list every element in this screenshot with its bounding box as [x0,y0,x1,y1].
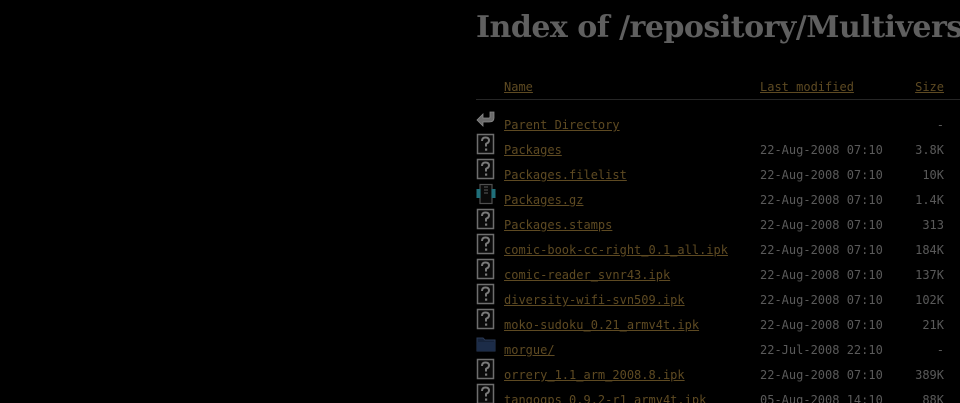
file-row: Packages 22-Aug-2008 07:10 3.8K [476,133,960,158]
last-modified-text: 22-Aug-2008 07:10 [760,243,883,257]
last-modified-text: 05-Aug-2008 14:10 [760,393,883,403]
sort-by-size-link[interactable]: Size [915,80,944,94]
file-link[interactable]: orrery_1.1_arm_2008.8.ipk [504,368,685,382]
file-row: moko-sudoku_0.21_armv4t.ipk 22-Aug-2008 0… [476,308,960,333]
file-size-text: 88K [922,393,944,403]
file-size-text: 102K [915,293,944,307]
last-modified-text: 22-Aug-2008 07:10 [760,318,883,332]
file-size-text: 313 [922,218,944,232]
unknown-file-icon [476,308,496,330]
file-row: morgue/22-Jul-2008 22:10 - [476,333,960,358]
file-list: Parent Directory - Packages 22-Aug-2008 07:… [476,108,960,403]
last-modified-text: 22-Aug-2008 07:10 [760,368,883,382]
file-row: comic-book-cc-right_0.1_all.ipk 22-Aug-20… [476,233,960,258]
file-row: diversity-wifi-svn509.ipk 22-Aug-2008 07:… [476,283,960,308]
file-link[interactable]: morgue/ [504,343,555,357]
file-size-text: 3.8K [915,143,944,157]
last-modified-text: 22-Aug-2008 07:10 [760,218,883,232]
file-row: orrery_1.1_arm_2008.8.ipk 22-Aug-2008 07:… [476,358,960,383]
header-divider [476,99,960,100]
folder-icon [476,333,496,355]
file-link[interactable]: Packages [504,143,562,157]
file-row: Packages.filelist 22-Aug-2008 07:10 10K [476,158,960,183]
file-link[interactable]: comic-reader_svnr43.ipk [504,268,670,282]
unknown-file-icon [476,208,496,230]
file-row: comic-reader_svnr43.ipk 22-Aug-2008 07:10… [476,258,960,283]
last-modified-text: 22-Aug-2008 07:10 [760,143,883,157]
unknown-file-icon [476,383,496,403]
compressed-file-icon [476,183,496,205]
file-row: tangogps_0.9.2-r1_armv4t.ipk 05-Aug-2008 … [476,383,960,403]
file-link[interactable]: Packages.stamps [504,218,612,232]
back-icon [476,108,496,130]
file-link[interactable]: Packages.filelist [504,168,627,182]
unknown-file-icon [476,358,496,380]
file-link[interactable]: Packages.gz [504,193,583,207]
page-title: Index of /repository/Multiverse [476,10,960,45]
unknown-file-icon [476,133,496,155]
unknown-file-icon [476,258,496,280]
browser-page: Index of /repository/Multiverse Name Las… [0,0,960,403]
unknown-file-icon [476,158,496,180]
file-row: Packages.stamps 22-Aug-2008 07:10 313 [476,208,960,233]
file-link[interactable]: diversity-wifi-svn509.ipk [504,293,685,307]
last-modified-text: 22-Jul-2008 22:10 [760,343,883,357]
file-size-text: 137K [915,268,944,282]
file-size-text: - [936,118,944,132]
last-modified-text: 22-Aug-2008 07:10 [760,268,883,282]
file-link[interactable]: comic-book-cc-right_0.1_all.ipk [504,243,728,257]
file-size-text: 10K [922,168,944,182]
column-headers: Name Last modified Size [476,80,960,94]
file-link[interactable]: moko-sudoku_0.21_armv4t.ipk [504,318,699,332]
sort-by-last-modified-link[interactable]: Last modified [760,80,854,94]
file-row: Parent Directory - [476,108,960,133]
parent-directory-link[interactable]: Parent Directory [504,118,620,132]
file-size-text: 184K [915,243,944,257]
file-size-text: 389K [915,368,944,382]
file-size-text: 1.4K [915,193,944,207]
sort-by-name-link[interactable]: Name [504,80,533,94]
file-row: Packages.gz 22-Aug-2008 07:10 1.4K [476,183,960,208]
unknown-file-icon [476,233,496,255]
last-modified-text: 22-Aug-2008 07:10 [760,193,883,207]
last-modified-text: 22-Aug-2008 07:10 [760,293,883,307]
last-modified-text: 22-Aug-2008 07:10 [760,168,883,182]
file-link[interactable]: tangogps_0.9.2-r1_armv4t.ipk [504,393,706,403]
file-size-text: 21K [922,318,944,332]
unknown-file-icon [476,283,496,305]
file-size-text: - [936,343,944,357]
